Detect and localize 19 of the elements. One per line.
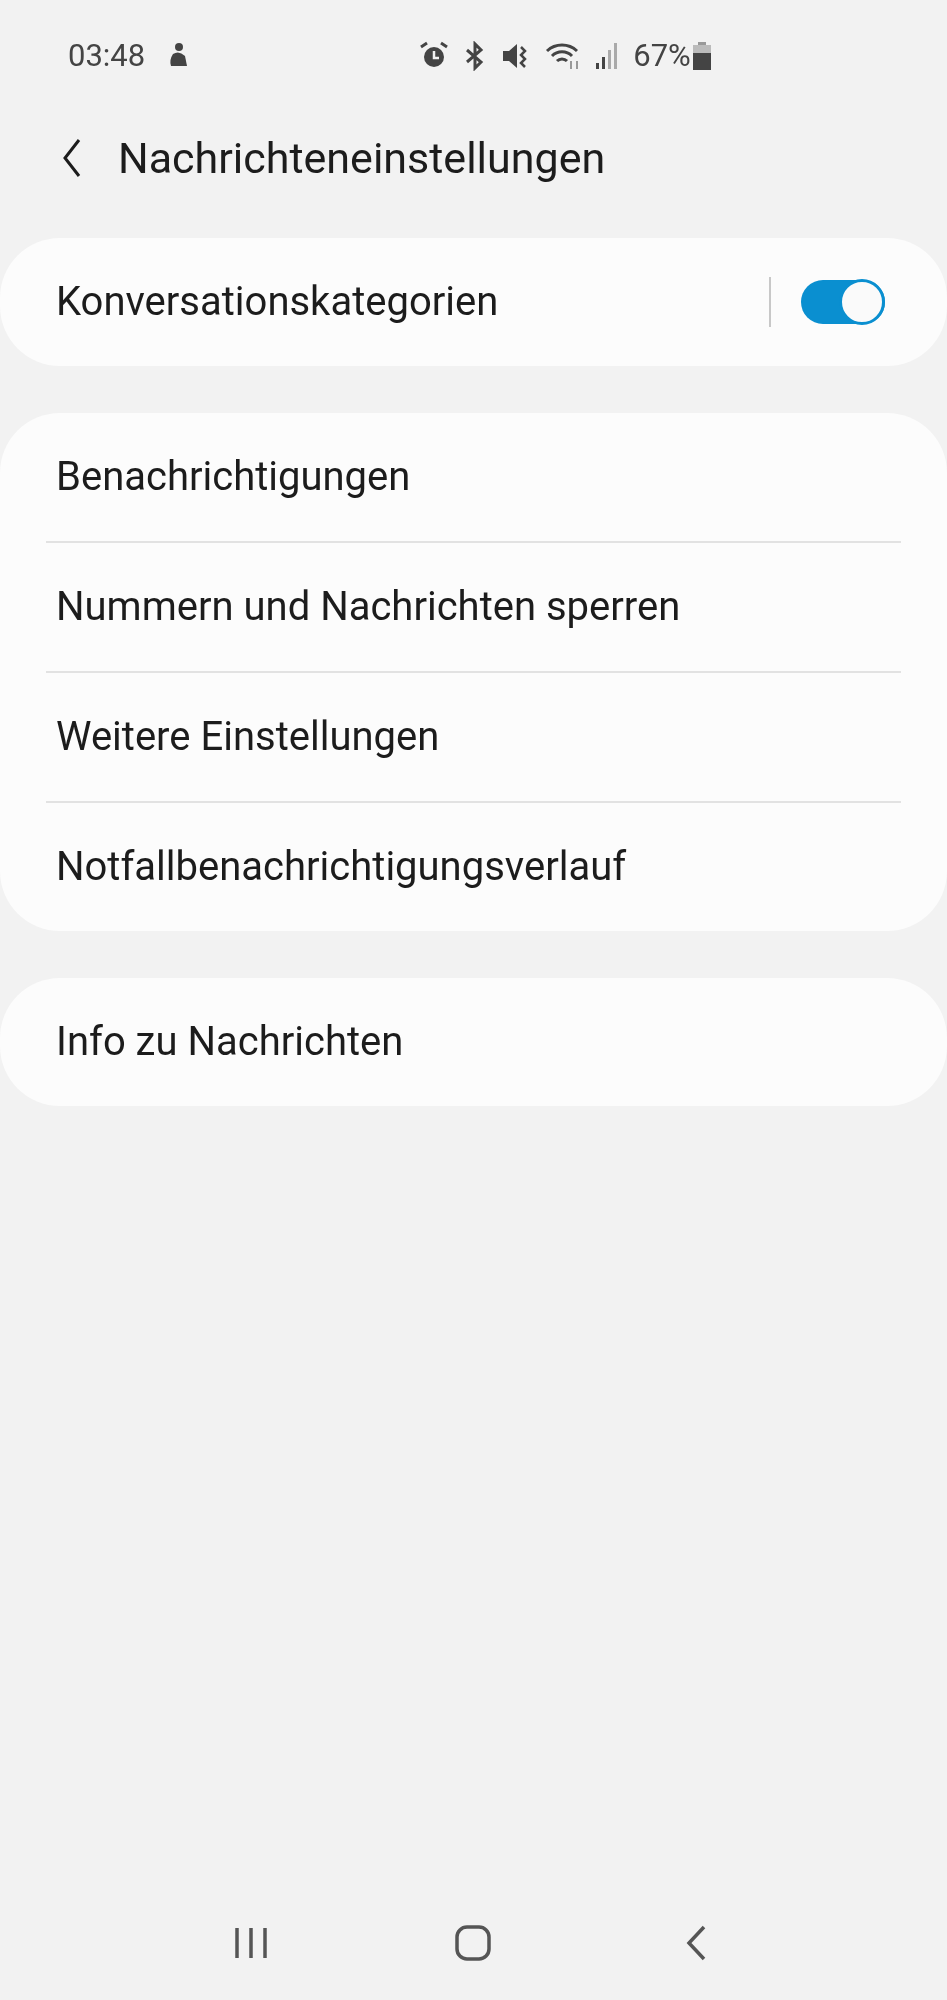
status-time: 03:48 [68, 35, 146, 76]
signal-icon [595, 41, 620, 71]
row-label: Benachrichtigungen [56, 452, 411, 502]
row-label: Nummern und Nachrichten sperren [56, 582, 681, 632]
settings-row[interactable]: Benachrichtigungen [0, 413, 947, 541]
settings-row[interactable]: Nummern und Nachrichten sperren [0, 543, 947, 671]
row-label: Weitere Einstellungen [56, 712, 440, 762]
battery-percent: 67% [633, 35, 691, 76]
row-label: Info zu Nachrichten [56, 1017, 404, 1067]
settings-row[interactable]: Konversationskategorien [0, 238, 947, 366]
settings-row[interactable]: Notfallbenachrichtigungsverlauf [0, 803, 947, 931]
toggle-switch[interactable] [801, 280, 885, 324]
home-button[interactable] [453, 1923, 494, 1963]
settings-row[interactable]: Info zu Nachrichten [0, 978, 947, 1106]
page-title: Nachrichteneinstellungen [118, 131, 606, 185]
row-label: Konversationskategorien [56, 277, 500, 327]
settings-row[interactable]: Weitere Einstellungen [0, 673, 947, 801]
row-label: Notfallbenachrichtigungsverlauf [56, 842, 627, 892]
battery-icon [692, 42, 711, 70]
